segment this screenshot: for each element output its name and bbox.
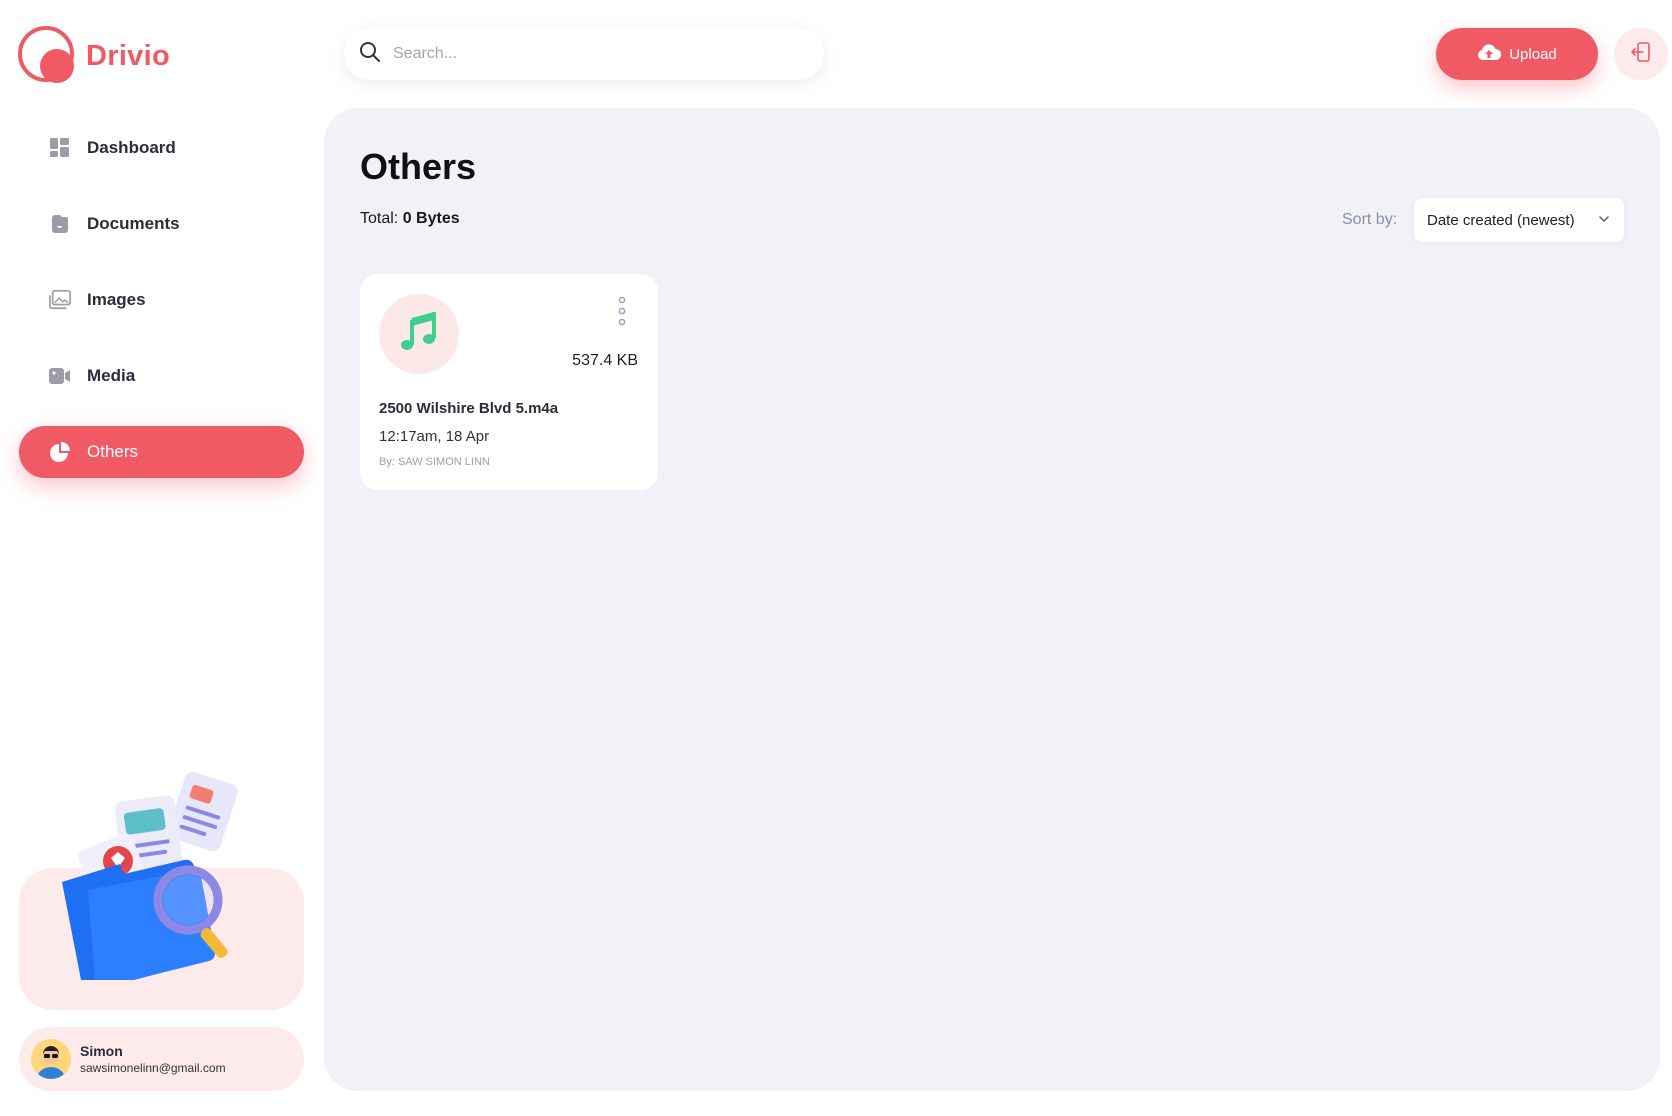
brand-name: Drivio	[86, 39, 170, 72]
search-icon	[359, 41, 381, 68]
user-email: sawsimonelinn@gmail.com	[80, 1061, 226, 1075]
sidebar-item-others[interactable]: Others	[19, 426, 304, 478]
file-owner: By: SAW SIMON LINN	[379, 456, 490, 468]
sidebar-item-label: Documents	[87, 214, 180, 233]
file-thumbnail	[379, 294, 459, 374]
file-name: 2500 Wilshire Blvd 5.m4a	[379, 400, 559, 417]
pie-chart-icon	[49, 441, 71, 463]
search-input[interactable]	[393, 45, 793, 63]
logo[interactable]: Drivio	[18, 26, 170, 86]
sidebar: Drivio Dashboard Documents Images Media	[0, 0, 320, 1116]
total-size: Total: 0 Bytes	[360, 210, 460, 228]
sidebar-item-media[interactable]: Media	[19, 350, 304, 402]
total-value: 0 Bytes	[402, 210, 460, 227]
upload-label: Upload	[1509, 45, 1557, 63]
sidebar-item-label: Images	[87, 290, 146, 309]
page-title: Others	[360, 146, 477, 187]
sort-label: Sort by:	[1342, 211, 1398, 228]
file-date: 12:17am, 18 Apr	[379, 428, 490, 445]
chevron-down-icon	[1598, 212, 1610, 229]
cloud-upload-icon	[1477, 43, 1502, 65]
sidebar-item-label: Others	[87, 442, 139, 461]
main-panel: Others Total: 0 Bytes Sort by: Date crea…	[324, 108, 1660, 1091]
user-info: Simon sawsimonelinn@gmail.com	[80, 1043, 226, 1075]
sidebar-item-label: Dashboard	[87, 138, 176, 157]
search-bar[interactable]	[344, 28, 824, 80]
logo-mark-icon	[18, 26, 78, 86]
sidebar-item-label: Media	[87, 366, 136, 385]
images-icon	[49, 289, 71, 311]
sort-dropdown[interactable]: Date created (newest)	[1414, 198, 1624, 242]
folder-illustration-icon	[58, 770, 258, 992]
upload-button[interactable]: Upload	[1436, 28, 1598, 80]
total-label: Total:	[360, 210, 399, 227]
sort-value: Date created (newest)	[1427, 211, 1575, 229]
file-size: 537.4 KB	[572, 352, 638, 369]
user-name: Simon	[80, 1043, 123, 1059]
logout-icon	[1630, 41, 1652, 68]
sidebar-item-dashboard[interactable]: Dashboard	[19, 122, 304, 174]
documents-icon	[49, 213, 71, 235]
sidebar-item-documents[interactable]: Documents	[19, 198, 304, 250]
file-card[interactable]: 537.4 KB 2500 Wilshire Blvd 5.m4a 12:17a…	[360, 274, 658, 490]
media-icon	[49, 365, 71, 387]
avatar	[31, 1039, 71, 1079]
sidebar-item-images[interactable]: Images	[19, 274, 304, 326]
logout-button[interactable]	[1614, 28, 1668, 80]
music-note-icon	[400, 310, 438, 357]
user-profile-card[interactable]: Simon sawsimonelinn@gmail.com	[19, 1027, 304, 1091]
sidebar-nav: Dashboard Documents Images Media Others	[19, 122, 304, 502]
more-options-icon[interactable]	[616, 296, 628, 326]
dashboard-icon	[49, 137, 71, 159]
